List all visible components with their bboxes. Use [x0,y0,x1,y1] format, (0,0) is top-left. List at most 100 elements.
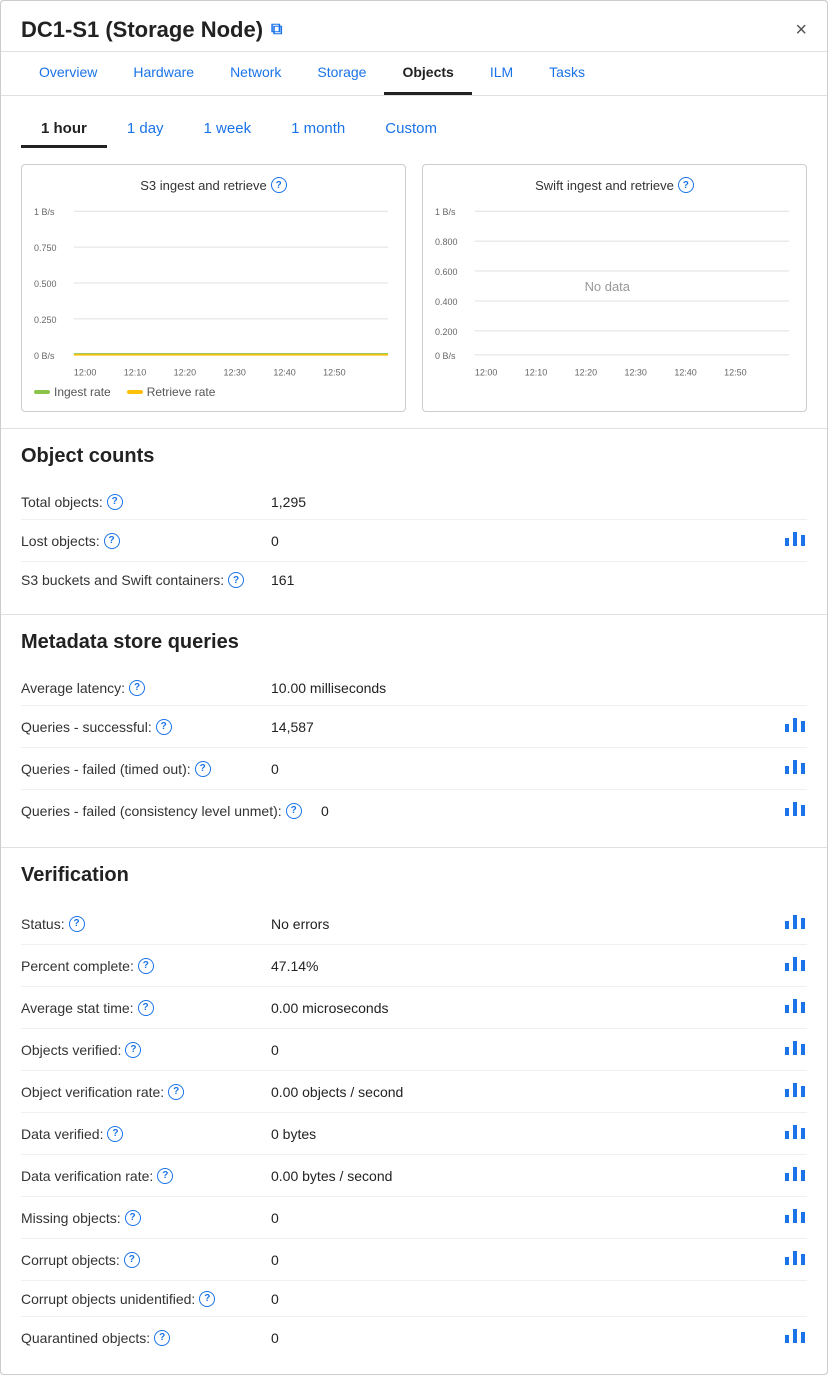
svg-text:0.200: 0.200 [435,327,457,337]
avg-latency-help[interactable]: ? [129,680,145,696]
metadata-queries-section: Metadata store queries Average latency: … [1,614,827,847]
queries-failed-timeout-label: Queries - failed (timed out): ? [21,761,271,777]
s3-chart-title: S3 ingest and retrieve ? [34,177,393,193]
missing-objects-chart-icon[interactable] [783,1205,807,1230]
close-button[interactable]: × [795,20,807,40]
time-tab-1month[interactable]: 1 month [271,112,365,148]
time-tab-custom[interactable]: Custom [365,112,457,148]
queries-successful-label: Queries - successful: ? [21,719,271,735]
avg-stat-time-label: Average stat time: ? [21,1000,271,1016]
swift-chart-title: Swift ingest and retrieve ? [435,177,794,193]
total-objects-value: 1,295 [271,494,807,510]
external-link-icon[interactable]: ⧉ [271,21,282,39]
objects-verified-help[interactable]: ? [125,1042,141,1058]
corrupt-objects-unidentified-value: 0 [271,1291,807,1307]
svg-text:0 B/s: 0 B/s [435,351,456,361]
legend-ingest-color [34,390,50,394]
status-value: No errors [271,916,783,932]
corrupt-objects-help[interactable]: ? [124,1252,140,1268]
tab-objects[interactable]: Objects [384,52,471,95]
svg-text:12:50: 12:50 [323,368,345,378]
lost-objects-label: Lost objects: ? [21,533,271,549]
data-verification-rate-label: Data verification rate: ? [21,1168,271,1184]
object-verification-rate-row: Object verification rate: ? 0.00 objects… [21,1071,807,1113]
quarantined-objects-row: Quarantined objects: ? 0 [21,1317,807,1358]
tab-overview[interactable]: Overview [21,52,115,95]
data-verification-rate-row: Data verification rate: ? 0.00 bytes / s… [21,1155,807,1197]
object-verification-rate-help[interactable]: ? [168,1084,184,1100]
svg-text:0.500: 0.500 [34,279,56,289]
status-chart-icon[interactable] [783,911,807,936]
data-verified-help[interactable]: ? [107,1126,123,1142]
total-objects-row: Total objects: ? 1,295 [21,484,807,520]
swift-chart-box: Swift ingest and retrieve ? 1 B/s 0.800 … [422,164,807,412]
queries-failed-consistency-help[interactable]: ? [286,803,302,819]
main-panel: DC1-S1 (Storage Node) ⧉ × Overview Hardw… [0,0,828,1375]
data-verification-rate-chart-icon[interactable] [783,1163,807,1188]
time-tab-1hour[interactable]: 1 hour [21,112,107,148]
queries-successful-value: 14,587 [271,719,783,735]
missing-objects-help[interactable]: ? [125,1210,141,1226]
tab-storage[interactable]: Storage [299,52,384,95]
queries-failed-timeout-help[interactable]: ? [195,761,211,777]
missing-objects-value: 0 [271,1210,783,1226]
quarantined-objects-help[interactable]: ? [154,1330,170,1346]
lost-objects-row: Lost objects: ? 0 [21,520,807,562]
data-verification-rate-help[interactable]: ? [157,1168,173,1184]
quarantined-objects-label: Quarantined objects: ? [21,1330,271,1346]
time-tab-1week[interactable]: 1 week [184,112,272,148]
queries-successful-help[interactable]: ? [156,719,172,735]
tab-tasks[interactable]: Tasks [531,52,603,95]
queries-failed-consistency-value: 0 [321,803,783,819]
s3-chart-area: 1 B/s 0.750 0.500 0.250 0 B/s 12:00 12:1… [34,201,393,381]
quarantined-objects-chart-icon[interactable] [783,1325,807,1350]
panel-header: DC1-S1 (Storage Node) ⧉ × [1,1,827,52]
svg-text:0.250: 0.250 [34,315,56,325]
queries-failed-consistency-label: Queries - failed (consistency level unme… [21,803,321,819]
avg-stat-time-chart-icon[interactable] [783,995,807,1020]
corrupt-objects-chart-icon[interactable] [783,1247,807,1272]
lost-objects-help[interactable]: ? [104,533,120,549]
avg-stat-time-help[interactable]: ? [138,1000,154,1016]
corrupt-objects-label: Corrupt objects: ? [21,1252,271,1268]
lost-objects-chart-icon[interactable] [783,528,807,553]
total-objects-help[interactable]: ? [107,494,123,510]
status-label: Status: ? [21,916,271,932]
svg-text:0.600: 0.600 [435,267,457,277]
queries-successful-chart-icon[interactable] [783,714,807,739]
queries-failed-consistency-chart-icon[interactable] [783,798,807,823]
time-tab-1day[interactable]: 1 day [107,112,184,148]
total-objects-label: Total objects: ? [21,494,271,510]
objects-verified-chart-icon[interactable] [783,1037,807,1062]
s3-buckets-help[interactable]: ? [228,572,244,588]
percent-complete-value: 47.14% [271,958,783,974]
queries-failed-timeout-chart-icon[interactable] [783,756,807,781]
percent-complete-help[interactable]: ? [138,958,154,974]
object-verification-rate-chart-icon[interactable] [783,1079,807,1104]
status-help[interactable]: ? [69,916,85,932]
svg-text:12:10: 12:10 [525,368,547,378]
svg-text:0.750: 0.750 [34,243,56,253]
object-verification-rate-label: Object verification rate: ? [21,1084,271,1100]
s3-buckets-row: S3 buckets and Swift containers: ? 161 [21,562,807,598]
status-row: Status: ? No errors [21,903,807,945]
panel-title: DC1-S1 (Storage Node) ⧉ [21,17,282,43]
metadata-queries-title: Metadata store queries [21,631,807,654]
svg-text:12:50: 12:50 [724,368,746,378]
data-verification-rate-value: 0.00 bytes / second [271,1168,783,1184]
tab-hardware[interactable]: Hardware [115,52,212,95]
swift-chart-area: 1 B/s 0.800 0.600 0.400 0.200 0 B/s No d… [435,201,794,381]
legend-retrieve-color [127,390,143,394]
percent-complete-chart-icon[interactable] [783,953,807,978]
data-verified-chart-icon[interactable] [783,1121,807,1146]
queries-failed-consistency-row: Queries - failed (consistency level unme… [21,790,807,831]
tab-network[interactable]: Network [212,52,299,95]
queries-failed-timeout-value: 0 [271,761,783,777]
swift-help-icon[interactable]: ? [678,177,694,193]
s3-buckets-label: S3 buckets and Swift containers: ? [21,572,271,588]
time-tabs: 1 hour 1 day 1 week 1 month Custom [1,96,827,148]
corrupt-objects-unidentified-help[interactable]: ? [199,1291,215,1307]
svg-text:12:40: 12:40 [674,368,696,378]
tab-ilm[interactable]: ILM [472,52,531,95]
s3-help-icon[interactable]: ? [271,177,287,193]
